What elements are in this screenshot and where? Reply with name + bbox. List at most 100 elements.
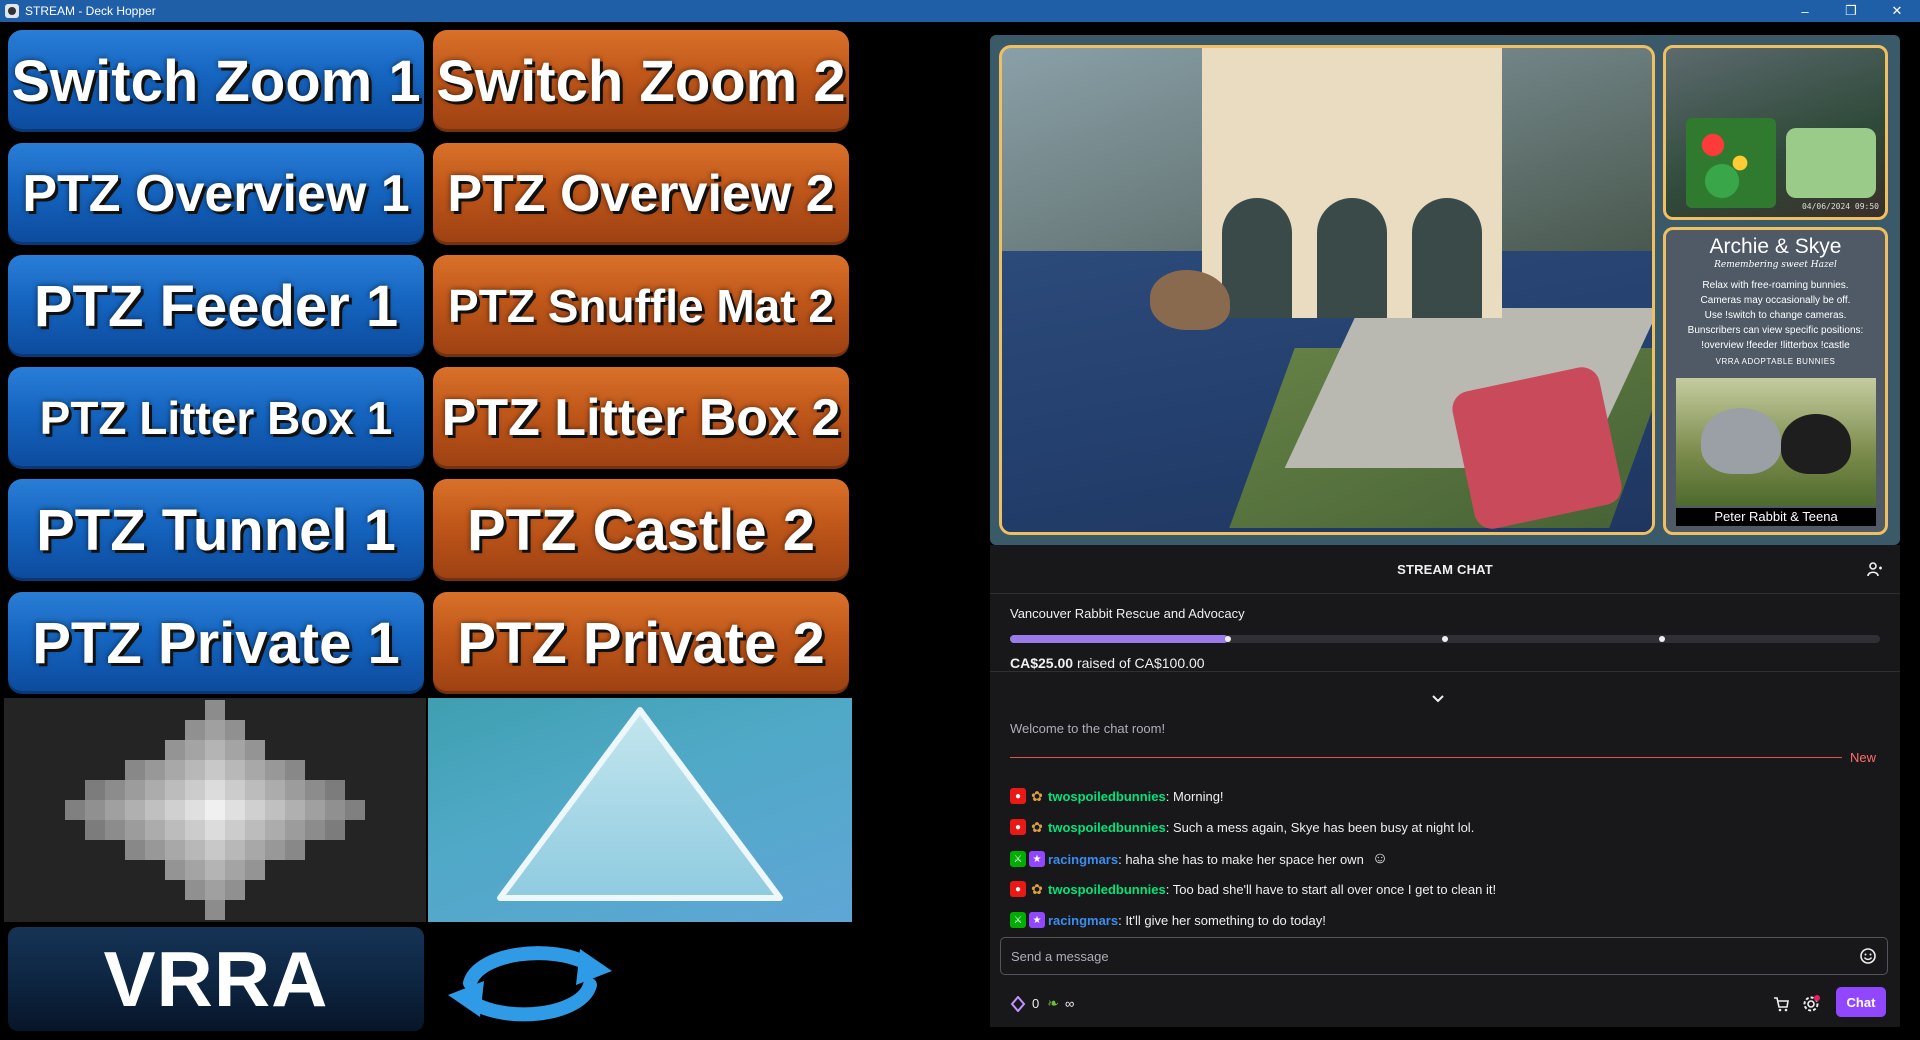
pixel-cell — [225, 720, 245, 740]
camera-timestamp: 04/06/2024 09:50 — [1801, 202, 1879, 211]
video-badge-icon: ● — [1010, 881, 1026, 897]
chat-username[interactable]: racingmars — [1048, 913, 1118, 928]
ptz-overview-1-button[interactable]: PTZ Overview 1 — [8, 143, 424, 245]
chat-input-placeholder: Send a message — [1011, 948, 1109, 964]
new-messages-label: New — [1850, 750, 1877, 765]
adoptable-bunnies-photo — [1676, 378, 1876, 506]
overlay-info-lines: Relax with free-roaming bunnies. Cameras… — [1687, 280, 1864, 351]
chat-bottom-bar: 0 ❧ ∞ Chat — [990, 983, 1900, 1023]
pixel-cell — [205, 720, 225, 740]
pixel-cell — [245, 760, 265, 780]
goal-progress-fill — [1010, 635, 1228, 643]
donation-goal[interactable]: Vancouver Rabbit Rescue and Advocacy CA$… — [990, 594, 1900, 672]
restore-button[interactable]: ❐ — [1828, 0, 1874, 22]
pixel-cell — [85, 820, 105, 840]
stream-video[interactable]: 04/06/2024 09:50 Archie & Skye Rememberi… — [990, 35, 1900, 545]
chat-header-title: STREAM CHAT — [1397, 561, 1493, 577]
goal-raised-of: raised of CA$100.00 — [1076, 655, 1205, 671]
pixel-cell — [165, 760, 185, 780]
pixel-cell — [185, 760, 205, 780]
chat-username[interactable]: twospoiledbunnies — [1048, 789, 1166, 804]
chat-message: ⚔ ★ racingmars : It'll give her somethin… — [1010, 912, 1326, 928]
ptz-castle-2-button[interactable]: PTZ Castle 2 — [433, 479, 849, 581]
pixel-cell — [245, 820, 265, 840]
chat-username[interactable]: racingmars — [1048, 852, 1118, 867]
adoptable-caption: Peter Rabbit & Teena — [1676, 508, 1876, 526]
pixelated-light-button[interactable] — [4, 698, 426, 922]
pixel-cell — [205, 700, 225, 720]
gear-icon[interactable] — [1802, 995, 1820, 1013]
pixel-cell — [145, 760, 165, 780]
video-badge-icon: ● — [1010, 819, 1026, 835]
pixel-cell — [305, 820, 325, 840]
pixel-cell — [285, 840, 305, 860]
pixel-cell — [125, 840, 145, 860]
ptz-private-2-button[interactable]: PTZ Private 2 — [433, 592, 849, 694]
pixel-cell — [205, 820, 225, 840]
pixelated-light-icon — [65, 700, 365, 920]
pixel-cell — [205, 860, 225, 880]
ptz-tunnel-1-button[interactable]: PTZ Tunnel 1 — [8, 479, 424, 581]
app-icon — [5, 4, 19, 18]
ptz-litter-box-2-button[interactable]: PTZ Litter Box 2 — [433, 367, 849, 469]
window-title: STREAM - Deck Hopper — [25, 4, 156, 18]
pixel-cell — [165, 800, 185, 820]
new-messages-divider — [1010, 757, 1842, 758]
chat-send-button[interactable]: Chat — [1836, 987, 1886, 1017]
switch-zoom-2-button[interactable]: Switch Zoom 2 — [433, 30, 849, 132]
pixel-cell — [305, 780, 325, 800]
pixel-cell — [205, 740, 225, 760]
minimize-button[interactable]: – — [1782, 0, 1828, 22]
pixel-cell — [165, 860, 185, 880]
ptz-snuffle-mat-2-button[interactable]: PTZ Snuffle Mat 2 — [433, 255, 849, 357]
cart-icon[interactable] — [1772, 995, 1790, 1013]
chat-username[interactable]: twospoiledbunnies — [1048, 820, 1166, 835]
window-titlebar: STREAM - Deck Hopper – ❐ ✕ — [0, 0, 1920, 22]
chevron-down-icon[interactable] — [1430, 691, 1446, 707]
pixel-cell — [185, 880, 205, 900]
channel-points[interactable]: 0 ❧ ∞ — [1010, 995, 1074, 1012]
ptz-litter-box-1-button[interactable]: PTZ Litter Box 1 — [8, 367, 424, 469]
refresh-button[interactable] — [440, 935, 620, 1025]
refresh-arrows-icon — [448, 946, 612, 1022]
pixel-cell — [265, 760, 285, 780]
pixel-cell — [285, 780, 305, 800]
triangle-button[interactable] — [428, 698, 852, 922]
secondary-camera-feed: 04/06/2024 09:50 — [1663, 45, 1888, 220]
video-badge-icon: ● — [1010, 788, 1026, 804]
pixel-cell — [205, 780, 225, 800]
pixel-cell — [205, 800, 225, 820]
pixel-cell — [225, 800, 245, 820]
pixel-cell — [185, 860, 205, 880]
pixel-cell — [105, 780, 125, 800]
pixel-cell — [245, 740, 265, 760]
chat-input[interactable]: Send a message — [1000, 937, 1888, 975]
triangle-icon — [497, 707, 783, 901]
pixel-cell — [285, 800, 305, 820]
ptz-private-1-button[interactable]: PTZ Private 1 — [8, 592, 424, 694]
chat-username[interactable]: twospoiledbunnies — [1048, 882, 1166, 897]
sub-badge-icon: ★ — [1029, 851, 1045, 867]
vrra-button[interactable]: VRRA — [8, 927, 424, 1031]
goal-tick — [1225, 636, 1231, 642]
users-icon[interactable] — [1866, 561, 1884, 579]
ptz-feeder-1-button[interactable]: PTZ Feeder 1 — [8, 255, 424, 357]
ptz-overview-2-button[interactable]: PTZ Overview 2 — [433, 143, 849, 245]
close-button[interactable]: ✕ — [1874, 0, 1920, 22]
emoji-picker-icon[interactable] — [1859, 947, 1877, 965]
pixel-cell — [225, 760, 245, 780]
goal-raised-amount: CA$25.00 — [1010, 655, 1074, 671]
pixel-cell — [125, 760, 145, 780]
flower-badge-icon: ✿ — [1031, 880, 1043, 897]
pixel-cell — [325, 820, 345, 840]
pixel-cell — [185, 720, 205, 740]
pixel-cell — [225, 880, 245, 900]
pixel-cell — [125, 800, 145, 820]
pixel-cell — [225, 840, 245, 860]
pixel-cell — [125, 780, 145, 800]
pixel-cell — [225, 860, 245, 880]
chat-text: : haha she has to make her space her own — [1118, 851, 1364, 867]
chat-message: ● ✿ twospoiledbunnies : Morning! — [1010, 788, 1224, 804]
switch-zoom-1-button[interactable]: Switch Zoom 1 — [8, 30, 424, 132]
pixel-cell — [225, 820, 245, 840]
